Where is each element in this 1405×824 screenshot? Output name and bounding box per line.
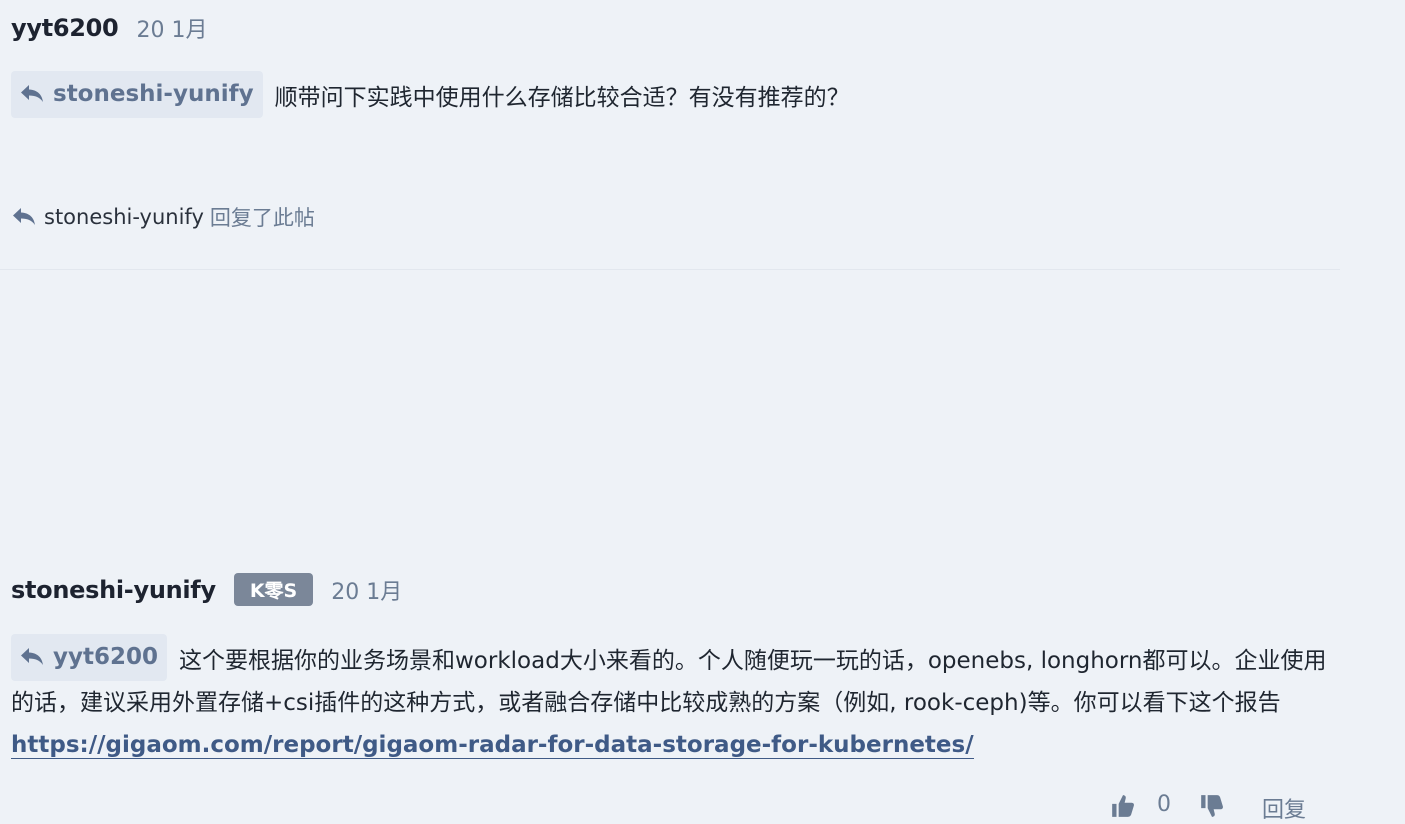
post-content: yyt6200 这个要根据你的业务场景和workload大小来看的。个人随便玩一… bbox=[11, 634, 1345, 766]
timestamp[interactable]: 20 1月 bbox=[136, 12, 207, 44]
report-link[interactable]: https://gigaom.com/report/gigaom-radar-f… bbox=[11, 732, 974, 759]
reply-arrow-icon bbox=[13, 208, 35, 225]
post-header: yyt6200 20 1月 bbox=[11, 12, 207, 44]
post-stoneshi-yunify: stoneshi-yunify K零S 20 1月 yyt6200 这个要根据你… bbox=[0, 270, 1405, 823]
replied-by-suffix: 回复了此帖 bbox=[209, 206, 315, 230]
reply-button[interactable]: 回复 bbox=[1262, 792, 1306, 824]
reply-arrow-icon bbox=[21, 85, 43, 102]
like-button[interactable] bbox=[1109, 792, 1137, 820]
timestamp[interactable]: 20 1月 bbox=[331, 574, 402, 606]
replied-by-note[interactable]: stoneshi-yunify 回复了此帖 bbox=[11, 202, 315, 232]
post-content: stoneshi-yunify 顺带问下实践中使用什么存储比较合适？有没有推荐的… bbox=[11, 71, 1345, 119]
like-count: 0 bbox=[1157, 792, 1171, 817]
reply-to-chip[interactable]: yyt6200 bbox=[11, 634, 167, 681]
post-header: stoneshi-yunify K零S 20 1月 bbox=[11, 573, 402, 606]
post-yyt6200: yyt6200 20 1月 stoneshi-yunify 顺带问下实践中使用什… bbox=[0, 0, 1405, 270]
username[interactable]: yyt6200 bbox=[11, 14, 119, 42]
thumbs-down-icon bbox=[1201, 795, 1223, 817]
reply-to-chip[interactable]: stoneshi-yunify bbox=[11, 71, 263, 118]
reply-arrow-icon bbox=[21, 648, 43, 665]
replied-by-username: stoneshi-yunify bbox=[44, 205, 204, 229]
reply-to-username: stoneshi-yunify bbox=[53, 81, 254, 107]
thumbs-up-icon bbox=[1112, 795, 1134, 817]
user-badge[interactable]: K零S bbox=[233, 573, 314, 606]
username[interactable]: stoneshi-yunify bbox=[11, 576, 216, 604]
dislike-button[interactable] bbox=[1198, 792, 1226, 820]
post-text: 这个要根据你的业务场景和workload大小来看的。个人随便玩一玩的话，open… bbox=[11, 648, 1327, 716]
reply-to-username: yyt6200 bbox=[53, 644, 158, 670]
post-text: 顺带问下实践中使用什么存储比较合适？有没有推荐的？ bbox=[274, 85, 850, 111]
post-actions: 0 回复 bbox=[1105, 788, 1405, 824]
